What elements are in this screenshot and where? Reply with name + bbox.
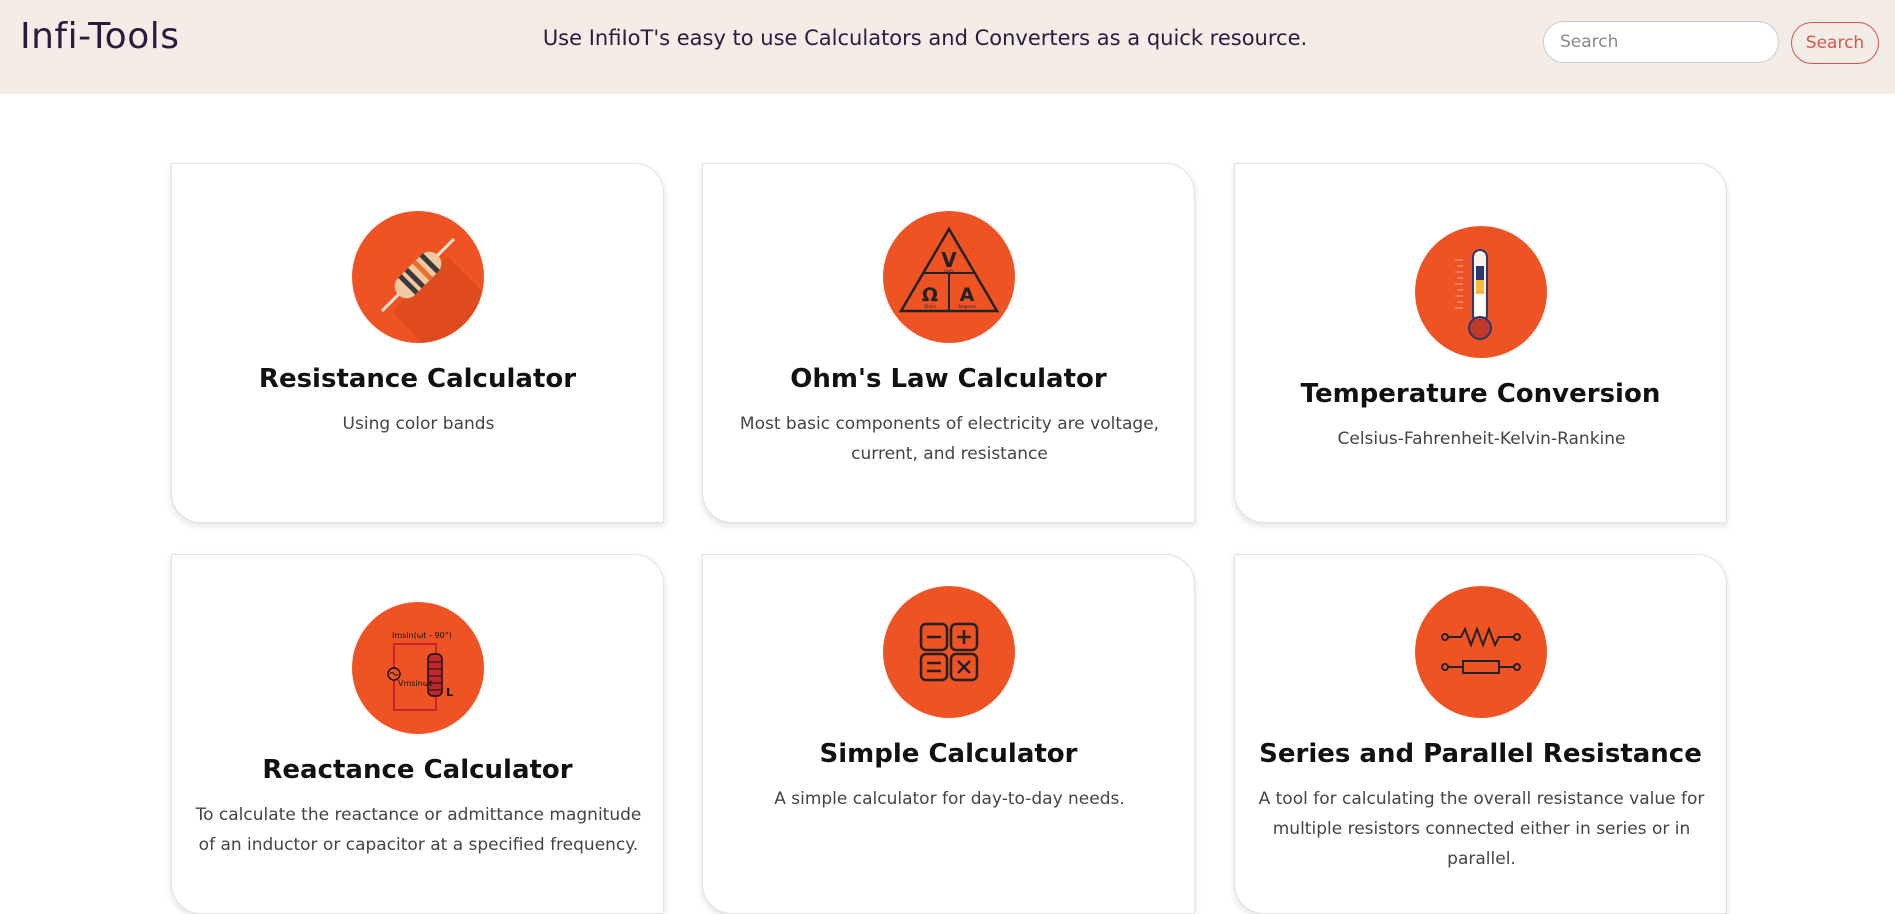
top-navbar: Infi-Tools Use InfiIoT's easy to use Cal…	[0, 0, 1895, 94]
card-description: A tool for calculating the overall resis…	[1258, 789, 1705, 869]
card-simple-calculator[interactable]: Simple Calculator A simple calculator fo…	[702, 554, 1195, 914]
resistor-icon	[352, 211, 484, 343]
tagline: Use InfiIoT's easy to use Calculators an…	[542, 26, 1308, 50]
card-title: Series and Parallel Resistance	[1259, 739, 1702, 769]
card-title: Ohm's Law Calculator	[790, 364, 1107, 394]
search-button[interactable]: Search	[1791, 22, 1879, 64]
card-title: Resistance Calculator	[258, 364, 577, 394]
card-description: Using color bands	[342, 414, 495, 434]
card-title: Simple Calculator	[819, 739, 1078, 769]
svg-text:Volts: Volts	[944, 269, 954, 274]
card-series-parallel-resistance[interactable]: Series and Parallel Resistance A tool fo…	[1234, 554, 1727, 914]
thermometer-icon	[1415, 226, 1547, 358]
svg-text:Ω: Ω	[922, 284, 938, 306]
svg-text:A: A	[960, 284, 975, 306]
svg-text:Imsin(ωt - 90°): Imsin(ωt - 90°)	[392, 631, 452, 640]
search-input[interactable]	[1543, 21, 1779, 63]
card-ohms-law-calculator[interactable]: V Volts Ω Ohms A Amperes Ohm's Law Calcu…	[702, 163, 1195, 523]
card-description: Celsius-Fahrenheit-Kelvin-Rankine	[1337, 429, 1626, 449]
svg-text:Ohms: Ohms	[924, 304, 936, 309]
card-reactance-calculator[interactable]: Imsin(ωt - 90°) Vmsinωt L Reactance Calc…	[171, 554, 664, 914]
ohms-law-triangle-icon: V Volts Ω Ohms A Amperes	[883, 211, 1015, 343]
inductor-circuit-icon: Imsin(ωt - 90°) Vmsinωt L	[352, 602, 484, 734]
resistor-network-icon	[1415, 586, 1547, 718]
card-resistance-calculator[interactable]: Resistance Calculator Using color bands	[171, 163, 664, 523]
card-title: Temperature Conversion	[1300, 379, 1661, 409]
card-temperature-conversion[interactable]: Temperature Conversion Celsius-Fahrenhei…	[1234, 163, 1727, 523]
card-description: A simple calculator for day-to-day needs…	[774, 789, 1125, 809]
calculator-icon	[883, 586, 1015, 718]
card-description: Most basic components of electricity are…	[739, 414, 1160, 464]
card-title: Reactance Calculator	[262, 755, 573, 785]
svg-text:Amperes: Amperes	[958, 304, 976, 309]
svg-text:Vmsinωt: Vmsinωt	[398, 679, 433, 688]
brand-logo[interactable]: Infi-Tools	[20, 16, 179, 57]
svg-text:L: L	[446, 686, 453, 699]
card-description: To calculate the reactance or admittance…	[195, 805, 642, 855]
